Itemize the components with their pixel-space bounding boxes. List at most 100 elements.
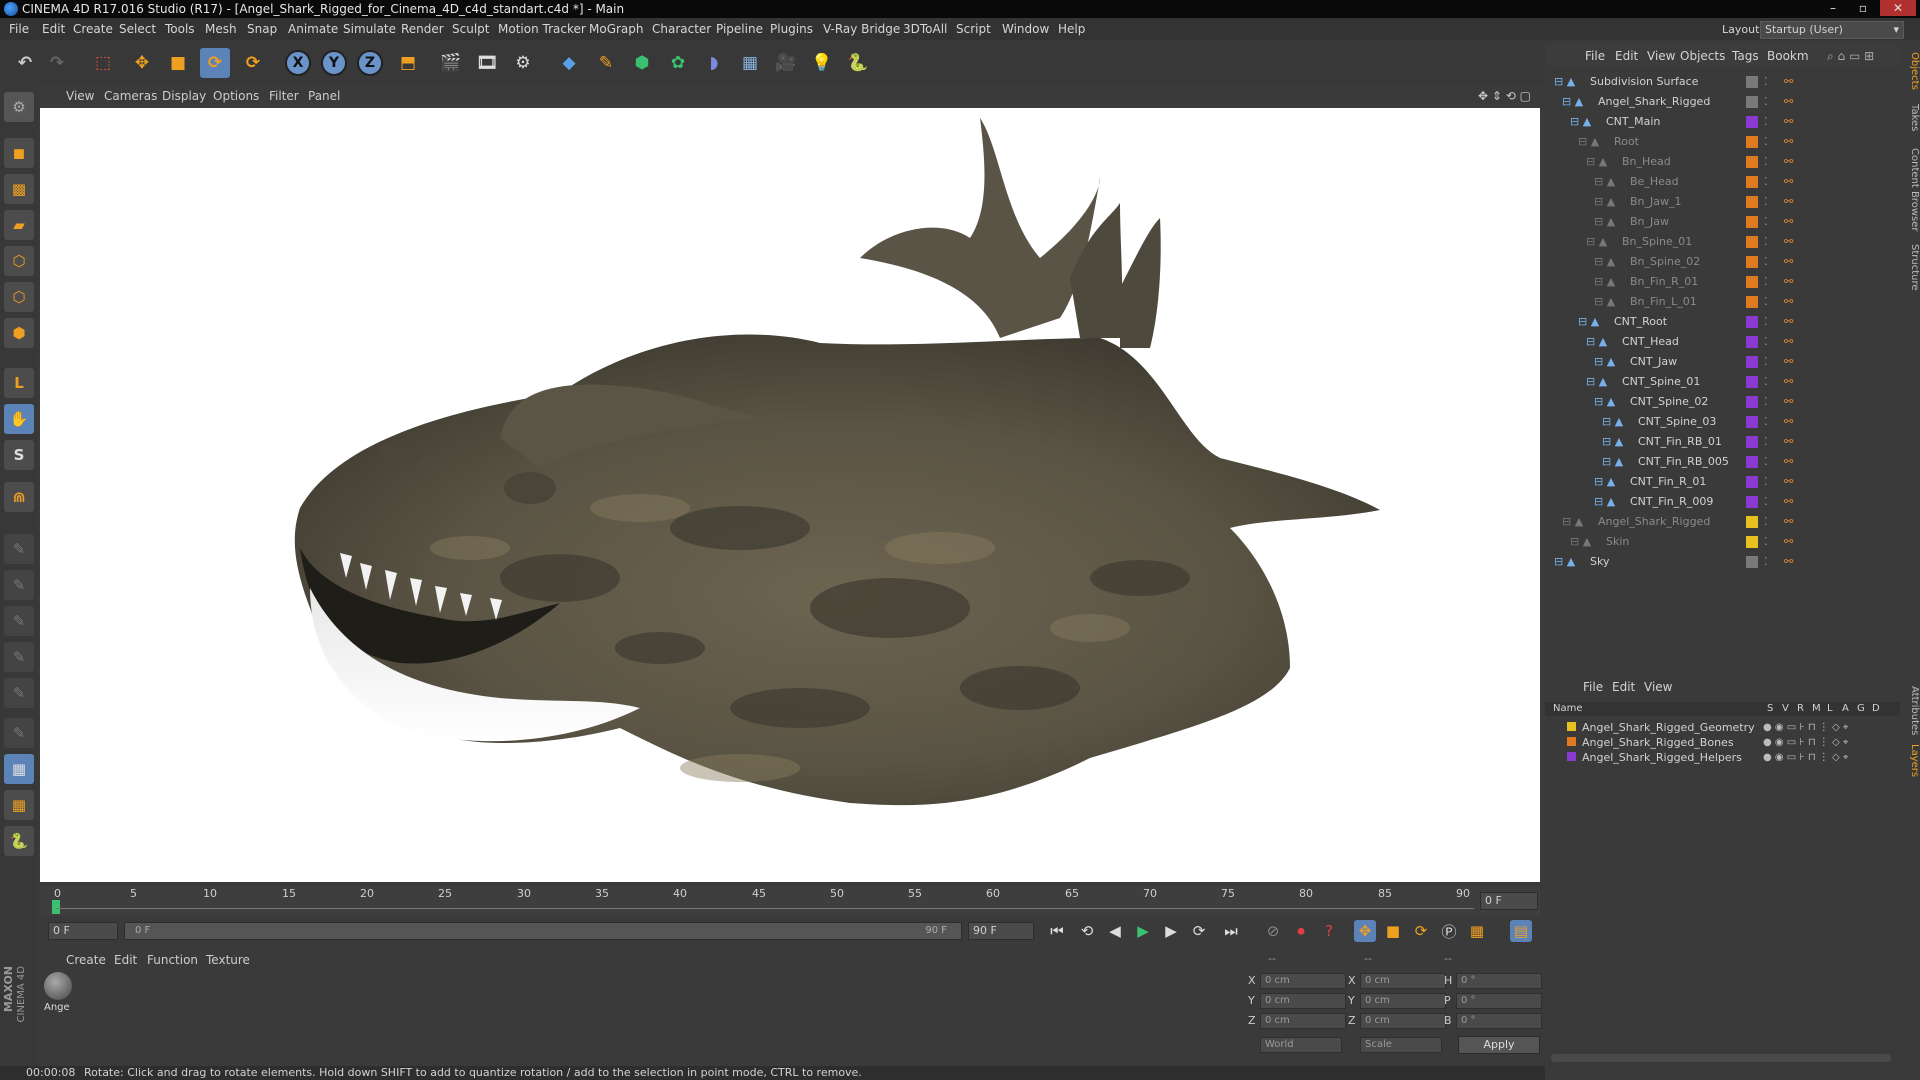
record-disabled-icon[interactable]: ⊘ [1262,920,1284,942]
layer-color-tag[interactable] [1746,356,1758,368]
tag-icon[interactable]: ⚯ [1784,272,1793,292]
visibility-dots-icon[interactable]: ⁚ [1764,172,1768,192]
subdivision-surface-icon[interactable]: ⬢ [627,48,657,78]
key-parameter-icon[interactable]: Ⓟ [1438,920,1460,942]
side-tab-layers[interactable]: Layers [1900,744,1920,777]
layer-color-tag[interactable] [1746,136,1758,148]
viewport-menu-cameras[interactable]: Cameras [104,89,157,103]
visibility-dots-icon[interactable]: ⁚ [1764,92,1768,112]
layer-color-tag[interactable] [1746,476,1758,488]
rotation-p-field[interactable]: 0 ° [1456,993,1542,1009]
side-tab-takes[interactable]: Takes [1900,104,1920,131]
visibility-dots-icon[interactable]: ⁚ [1764,72,1768,92]
object-menu-edit[interactable]: Edit [1615,49,1638,63]
layer-color-tag[interactable] [1746,76,1758,88]
tag-icon[interactable]: ⚯ [1784,352,1793,372]
size-x-field[interactable]: 0 cm [1360,973,1446,989]
visibility-dots-icon[interactable]: ⁚ [1764,292,1768,312]
tag-icon[interactable]: ⚯ [1784,392,1793,412]
position-x-field[interactable]: 0 cm [1260,973,1346,989]
go-to-start-icon[interactable]: ⏮ [1046,920,1068,942]
tag-icon[interactable]: ⚯ [1784,512,1793,532]
key-pla-icon[interactable]: ▦ [1466,920,1488,942]
floor-icon[interactable]: ▦ [735,48,765,78]
layer-row[interactable]: Angel_Shark_Rigged_Helpers [1567,750,1742,764]
sculpt-brush-2-icon[interactable]: ✎ [4,570,34,600]
visibility-dots-icon[interactable]: ⁚ [1764,112,1768,132]
key-position-icon[interactable]: ✥ [1354,920,1376,942]
edges-mode-icon[interactable]: ⬡ [4,282,34,312]
layer-color-tag[interactable] [1746,496,1758,508]
object-row[interactable]: ⊟ ▲ Root ⁚ ⚯ [1550,132,1895,152]
end-frame-field[interactable]: 90 F [968,922,1034,940]
tag-icon[interactable]: ⚯ [1784,252,1793,272]
visibility-dots-icon[interactable]: ⁚ [1764,312,1768,332]
object-row[interactable]: ⊟ ▲ CNT_Main ⁚ ⚯ [1550,112,1895,132]
make-editable-icon[interactable]: ⚙ [4,92,34,122]
workplane-mode-icon[interactable]: ▰ [4,210,34,240]
tag-icon[interactable]: ⚯ [1784,332,1793,352]
go-to-end-icon[interactable]: ⏭ [1220,920,1242,942]
z-axis-lock-button[interactable]: Z [355,48,385,78]
material-menu-function[interactable]: Function [147,953,198,967]
tag-icon[interactable]: ⚯ [1784,232,1793,252]
key-rotation-icon[interactable]: ⟳ [1410,920,1432,942]
current-frame-field[interactable]: 0 F [1480,892,1538,910]
object-row[interactable]: ⊟ ▲ CNT_Fin_RB_005 ⁚ ⚯ [1550,452,1895,472]
visibility-dots-icon[interactable]: ⁚ [1764,192,1768,212]
tag-icon[interactable]: ⚯ [1784,152,1793,172]
close-button[interactable]: ✕ [1880,0,1916,16]
tag-icon[interactable]: ⚯ [1784,212,1793,232]
layer-color-tag[interactable] [1746,116,1758,128]
object-row[interactable]: ⊟ ▲ Bn_Head ⁚ ⚯ [1550,152,1895,172]
layer-color-tag[interactable] [1746,216,1758,228]
record-active-icon[interactable]: ⏺ [1290,920,1312,942]
tag-icon[interactable]: ⚯ [1784,472,1793,492]
python-script-icon[interactable]: 🐍 [4,826,34,856]
render-settings-icon[interactable]: ⚙ [508,48,538,78]
layer-color-tag[interactable] [1746,396,1758,408]
y-axis-lock-button[interactable]: Y [319,48,349,78]
pen-spline-icon[interactable]: ✎ [591,48,621,78]
sculpt-brush-5-icon[interactable]: ✎ [4,678,34,708]
start-frame-field[interactable]: 0 F [48,922,118,940]
object-row[interactable]: ⊟ ▲ CNT_Fin_R_009 ⁚ ⚯ [1550,492,1895,512]
sculpt-brush-1-icon[interactable]: ✎ [4,534,34,564]
visibility-dots-icon[interactable]: ⁚ [1764,472,1768,492]
menu-simulate[interactable]: Simulate [343,22,396,36]
object-menu-bookmarks[interactable]: Bookm [1767,49,1809,63]
tag-icon[interactable]: ⚯ [1784,372,1793,392]
menu-mesh[interactable]: Mesh [205,22,237,36]
render-picture-viewer-icon[interactable]: 🎞 [472,48,502,78]
rotation-h-field[interactable]: 0 ° [1456,973,1542,989]
next-key-icon[interactable]: ⟳ [1188,920,1210,942]
object-row[interactable]: ⊟ ▲ Be_Head ⁚ ⚯ [1550,172,1895,192]
layer-color-tag[interactable] [1746,336,1758,348]
live-selection-icon[interactable]: ⬚ [88,48,118,78]
visibility-dots-icon[interactable]: ⁚ [1764,352,1768,372]
key-scale-icon[interactable]: ■ [1382,920,1404,942]
layer-row[interactable]: Angel_Shark_Rigged_Bones [1567,735,1734,749]
polygons-mode-icon[interactable]: ⬢ [4,318,34,348]
tag-icon[interactable]: ⚯ [1784,452,1793,472]
previous-key-icon[interactable]: ⟲ [1076,920,1098,942]
menu-motion-tracker[interactable]: Motion Tracker [498,22,586,36]
menu-sculpt[interactable]: Sculpt [452,22,489,36]
visibility-dots-icon[interactable]: ⁚ [1764,552,1768,572]
layer-color-tag[interactable] [1746,456,1758,468]
object-row[interactable]: ⊟ ▲ CNT_Spine_02 ⁚ ⚯ [1550,392,1895,412]
side-tab-structure[interactable]: Structure [1900,244,1920,291]
object-row[interactable]: ⊟ ▲ CNT_Fin_R_01 ⁚ ⚯ [1550,472,1895,492]
menu-character[interactable]: Character [652,22,711,36]
tag-icon[interactable]: ⚯ [1784,532,1793,552]
render-view-icon[interactable]: 🎬 [436,48,466,78]
previous-frame-icon[interactable]: ◀ [1104,920,1126,942]
tag-icon[interactable]: ⚯ [1784,552,1793,572]
menu-pipeline[interactable]: Pipeline [716,22,763,36]
layer-color-tag[interactable] [1746,256,1758,268]
object-row[interactable]: ⊟ ▲ CNT_Head ⁚ ⚯ [1550,332,1895,352]
object-row[interactable]: ⊟ ▲ CNT_Jaw ⁚ ⚯ [1550,352,1895,372]
side-tab-content-browser[interactable]: Content Browser [1900,148,1920,231]
menu-vray-bridge[interactable]: V-Ray Bridge [823,22,900,36]
move-icon[interactable]: ✥ [127,48,157,78]
